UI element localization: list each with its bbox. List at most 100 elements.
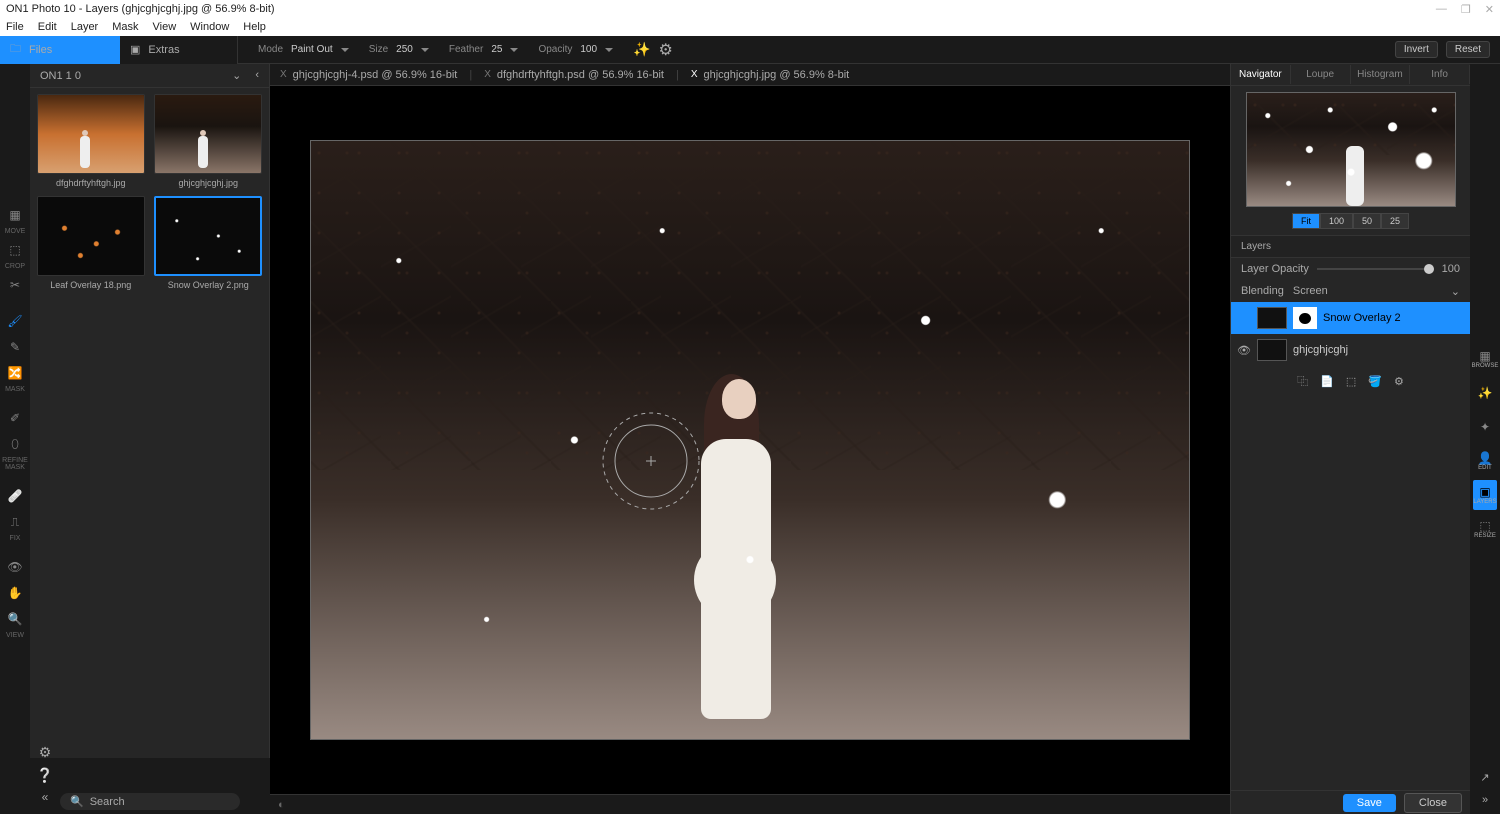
layers-module-button[interactable]: ▣LAYERS — [1473, 480, 1497, 510]
fill-layer-icon[interactable]: 🪣 — [1368, 375, 1382, 388]
opacity-slider[interactable] — [1317, 268, 1434, 270]
thumbnail-item[interactable]: Snow Overlay 2.png — [154, 196, 264, 290]
quickfix-module-button[interactable]: ✨ — [1473, 378, 1497, 408]
blending-value: Screen — [1293, 285, 1328, 297]
close-window-icon[interactable]: ✕ — [1485, 3, 1494, 16]
zoom-fit-button[interactable]: Fit — [1292, 213, 1320, 229]
browser-path: ON1 1 0 — [40, 70, 81, 82]
thumb-label: Leaf Overlay 18.png — [50, 280, 131, 290]
document-tab[interactable]: X ghjcghjcghj-4.psd @ 56.9% 16-bit — [276, 69, 461, 81]
hand-tool-icon[interactable]: ✋ — [4, 582, 26, 604]
loupe-tab[interactable]: Loupe — [1291, 65, 1351, 84]
document-tabs: X ghjcghjcghj-4.psd @ 56.9% 16-bit | X d… — [270, 64, 1230, 86]
layer-thumbnail — [1257, 307, 1287, 329]
thumbnail-item[interactable]: ghjcghjcghj.jpg — [154, 94, 264, 188]
menu-view[interactable]: View — [153, 21, 177, 33]
browse-module-button[interactable]: ▦BROWSE — [1473, 344, 1497, 374]
expand-icon[interactable]: » — [1482, 794, 1488, 806]
menu-file[interactable]: File — [6, 21, 24, 33]
canvas-view[interactable] — [270, 86, 1230, 794]
menu-edit[interactable]: Edit — [38, 21, 57, 33]
help-icon[interactable]: ❔ — [36, 767, 53, 784]
histogram-tab[interactable]: Histogram — [1351, 65, 1411, 84]
module-selector: ▦BROWSE ✨ ✦ 👤EDIT ▣LAYERS ⬚RESIZE ↗ » — [1470, 64, 1500, 814]
effects-module-button[interactable]: ✦ — [1473, 412, 1497, 442]
collapse-icon[interactable]: « — [42, 790, 49, 804]
delete-layer-icon[interactable]: 📄 — [1320, 375, 1334, 388]
doc-tab-label: ghjcghjcghj.jpg @ 56.9% 8-bit — [704, 69, 850, 81]
invert-button[interactable]: Invert — [1395, 41, 1438, 58]
extras-icon: ▣ — [130, 43, 140, 56]
share-icon[interactable]: ↗ — [1480, 771, 1489, 784]
edit-module-button[interactable]: 👤EDIT — [1473, 446, 1497, 476]
mode-label: Mode — [258, 44, 283, 55]
view-tool-label: VIEW — [6, 632, 24, 639]
zoom-50-button[interactable]: 50 — [1353, 213, 1381, 229]
extras-tab[interactable]: ▣ Extras — [120, 36, 238, 64]
close-icon[interactable]: X — [280, 69, 287, 80]
trim-tool-icon[interactable]: ✂ — [4, 274, 26, 296]
maximize-icon[interactable]: ❐ — [1461, 3, 1471, 16]
layers-header: Layers — [1231, 236, 1470, 258]
close-icon[interactable]: X — [484, 69, 491, 80]
blur-tool-icon[interactable]: ⬯ — [4, 433, 26, 455]
clone-tool-icon[interactable]: ⎍ — [4, 511, 26, 533]
thumbnail-item[interactable]: Leaf Overlay 18.png — [36, 196, 146, 290]
menu-layer[interactable]: Layer — [71, 21, 99, 33]
mask-tool-label: MASK — [5, 386, 25, 393]
close-icon[interactable]: X — [691, 69, 698, 80]
refine-brush-tool-icon[interactable]: ✎ — [4, 336, 26, 358]
layer-item-selected[interactable]: Snow Overlay 2 — [1231, 302, 1470, 334]
doc-tab-label: ghjcghjcghj-4.psd @ 56.9% 16-bit — [293, 69, 458, 81]
crop-tool-icon[interactable]: ⬚ — [4, 239, 26, 261]
close-button[interactable]: Close — [1404, 793, 1462, 813]
navigator-panel: Fit 100 50 25 — [1231, 86, 1470, 236]
view-tool-icon[interactable]: 👁 — [4, 556, 26, 578]
mode-value: Paint Out — [291, 44, 333, 55]
navigator-preview[interactable] — [1246, 92, 1456, 207]
menu-mask[interactable]: Mask — [112, 21, 138, 33]
search-input[interactable]: 🔍 Search — [60, 793, 240, 810]
chevron-down-icon[interactable]: ⌄ — [232, 69, 241, 82]
layer-item[interactable]: 👁 ghjcghjcghj — [1231, 334, 1470, 366]
save-button[interactable]: Save — [1343, 794, 1396, 812]
chevron-left-icon[interactable]: ‹ — [255, 69, 259, 82]
size-option[interactable]: Size 250 — [359, 36, 439, 63]
mode-option[interactable]: Mode Paint Out — [248, 36, 359, 63]
document-tab[interactable]: X dfghdrftyhftgh.psd @ 56.9% 16-bit — [480, 69, 668, 81]
layer-name: Snow Overlay 2 — [1323, 312, 1401, 324]
layer-name: ghjcghjcghj — [1293, 344, 1348, 356]
zoom-100-button[interactable]: 100 — [1320, 213, 1353, 229]
layer-settings-icon[interactable]: ⚙ — [1394, 375, 1404, 388]
menu-window[interactable]: Window — [190, 21, 229, 33]
move-tool-icon[interactable]: ▦ — [4, 204, 26, 226]
thumbnail-item[interactable]: dfghdrftyhftgh.jpg — [36, 94, 146, 188]
resize-module-button[interactable]: ⬚RESIZE — [1473, 514, 1497, 544]
zoom-tool-icon[interactable]: 🔍 — [4, 608, 26, 630]
opacity-option[interactable]: Opacity 100 — [528, 36, 623, 63]
info-tab[interactable]: Info — [1410, 65, 1470, 84]
menu-help[interactable]: Help — [243, 21, 266, 33]
duplicate-layer-icon[interactable]: ⿻ — [1297, 373, 1308, 389]
navigator-tab[interactable]: Navigator — [1231, 65, 1291, 84]
mask-bug-tool-icon[interactable]: 🔀 — [4, 362, 26, 384]
refine-mask-label: REFINEMASK — [2, 457, 28, 471]
document-tab-active[interactable]: X ghjcghjcghj.jpg @ 56.9% 8-bit — [687, 69, 853, 81]
zoom-level-buttons: Fit 100 50 25 — [1292, 213, 1409, 229]
files-tab[interactable]: 🗀 Files — [0, 36, 120, 64]
merge-layer-icon[interactable]: ⬚ — [1346, 375, 1356, 388]
blending-row[interactable]: Blending Screen ⌄ — [1231, 280, 1470, 302]
visibility-icon[interactable]: 👁 — [1237, 344, 1251, 357]
soft-proof-icon[interactable]: ◐ — [278, 799, 285, 811]
reset-button[interactable]: Reset — [1446, 41, 1490, 58]
thumb-label: Snow Overlay 2.png — [168, 280, 249, 290]
gear-icon[interactable]: ⚙ — [658, 40, 672, 60]
feather-option[interactable]: Feather 25 — [439, 36, 529, 63]
mask-brush-tool-icon[interactable]: 🖌 — [4, 310, 26, 332]
retouch-tool-icon[interactable]: 🩹 — [4, 485, 26, 507]
chisel-tool-icon[interactable]: ✐ — [4, 407, 26, 429]
zoom-25-button[interactable]: 25 — [1381, 213, 1409, 229]
gear-icon[interactable]: ⚙ — [39, 744, 52, 761]
minimize-icon[interactable]: — — [1436, 3, 1447, 16]
wand-icon[interactable]: ✨ — [633, 41, 650, 58]
